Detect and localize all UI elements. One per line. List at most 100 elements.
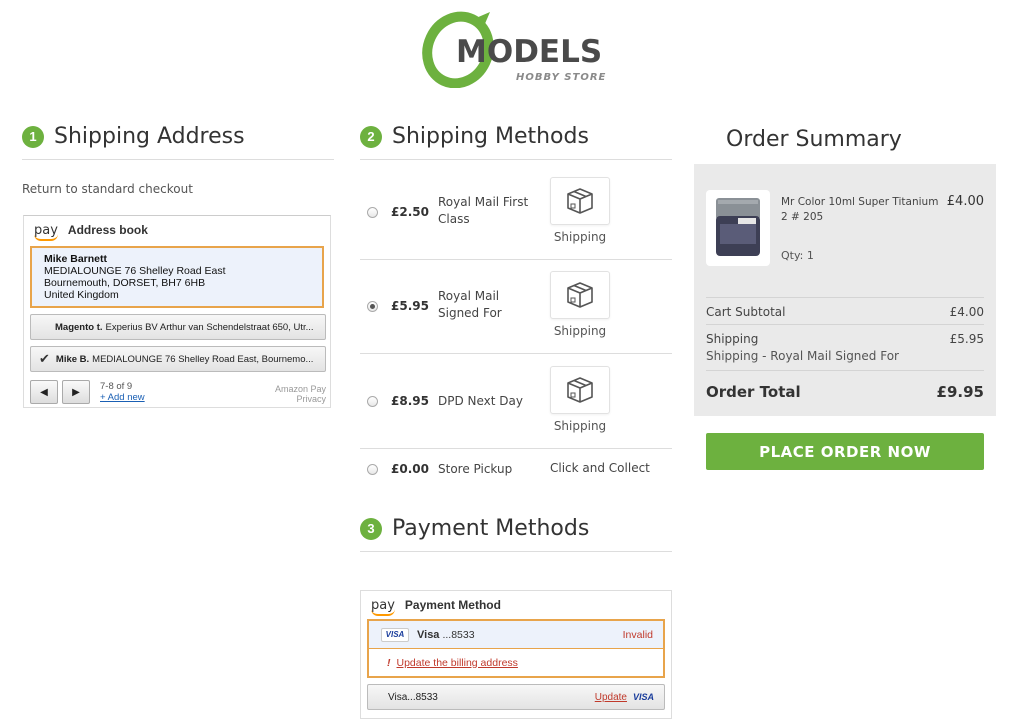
order-total-label: Order Total [706, 383, 801, 401]
product-price: £4.00 [946, 194, 984, 209]
selected-address-line3: United Kingdom [44, 289, 119, 301]
selected-card-row: VISA Visa ...8533 Invalid [369, 621, 663, 649]
next-page-button[interactable]: ▶ [62, 380, 90, 404]
shipping-label: Shipping [706, 332, 759, 346]
shipping-carrier: Royal Mail Signed For [438, 289, 502, 320]
shipping-price: £5.95 [391, 299, 429, 313]
pager-count: 7-8 of 9 [100, 381, 133, 392]
visa-card-icon: VISA [632, 692, 654, 702]
address-option-text: MEDIALOUNGE 76 Shelley Road East, Bourne… [92, 353, 314, 365]
address-option-text: Experius BV Arthur van Schendelstraat 65… [105, 321, 314, 333]
package-icon [550, 271, 610, 319]
emodels-logo[interactable]: MODELS HOBBY STORE [418, 8, 608, 89]
shipping-carrier: DPD Next Day [438, 394, 523, 408]
update-billing-address-link[interactable]: Update the billing address [397, 657, 518, 669]
privacy-link[interactable]: Privacy [275, 394, 326, 404]
selected-address[interactable]: Mike Barnett MEDIALOUNGE 76 Shelley Road… [30, 246, 324, 308]
step-2-badge: 2 [360, 125, 382, 148]
payment-methods-title: Payment Methods [392, 516, 590, 541]
shipping-value: £5.95 [949, 332, 984, 346]
order-summary-title: Order Summary [726, 127, 902, 152]
subtotal-label: Cart Subtotal [706, 305, 786, 319]
shipping-row: Shipping £5.95 [706, 332, 984, 346]
shipping-methods-header: 2 Shipping Methods [360, 124, 672, 160]
payment-option-digits: ...8533 [407, 691, 438, 703]
payment-option[interactable]: Visa ...8533 Update VISA [367, 684, 665, 710]
address-book-footer: ◀ ▶ 7-8 of 9 + Add new Amazon Pay Privac… [24, 378, 330, 408]
product-thumbnail[interactable] [706, 190, 770, 266]
billing-warning-row: ! Update the billing address [369, 649, 663, 676]
shipping-carrier: Store Pickup [438, 462, 513, 476]
update-card-link[interactable]: Update [595, 692, 627, 703]
shipping-method-radio[interactable] [367, 464, 378, 475]
selected-payment-method[interactable]: VISA Visa ...8533 Invalid ! Update the b… [367, 619, 665, 678]
shipping-type-label: Shipping [553, 230, 607, 244]
selected-address-name: Mike Barnett [44, 253, 108, 265]
warning-icon: ! [387, 656, 391, 669]
shipping-type-label: Shipping [553, 324, 607, 338]
payment-widget-title: Payment Method [404, 598, 501, 612]
divider [706, 297, 984, 298]
amazon-pay-logo: pay [371, 597, 395, 616]
address-option[interactable]: ✔ Mike B. MEDIALOUNGE 76 Shelley Road Ea… [30, 346, 326, 372]
card-status-badge: Invalid [622, 628, 653, 641]
shipping-address-title: Shipping Address [54, 124, 245, 149]
add-new-address-link[interactable]: + Add new [100, 392, 145, 403]
address-option-name: Mike B. [55, 353, 90, 365]
shipping-method-row[interactable]: £5.95 Royal Mail Signed For Shipping [360, 260, 672, 354]
checkmark-icon: ✔ [39, 351, 50, 366]
divider [706, 370, 984, 371]
amazon-pay-privacy: Amazon Pay Privacy [275, 384, 326, 404]
shipping-address-header: 1 Shipping Address [22, 124, 334, 160]
amazon-payment-widget: pay Payment Method VISA Visa ...8533 Inv… [360, 590, 672, 719]
shipping-method-radio[interactable] [367, 301, 378, 312]
order-summary-panel: Mr Color 10ml Super Titanium 2 # 205 £4.… [694, 164, 996, 416]
shipping-price: £0.00 [391, 462, 429, 476]
subtotal-value: £4.00 [949, 305, 984, 319]
shipping-method-row[interactable]: £0.00 Store Pickup Click and Collect [360, 449, 672, 493]
logo-wordmark: MODELS [456, 34, 602, 70]
divider [706, 324, 984, 325]
card-name: Visa [417, 628, 440, 641]
pager: 7-8 of 9 + Add new [100, 381, 145, 403]
order-total-row: Order Total £9.95 [706, 383, 984, 401]
paint-jar-image [716, 198, 760, 256]
logo-graphic: MODELS HOBBY STORE [422, 11, 606, 89]
previous-page-button[interactable]: ◀ [30, 380, 58, 404]
package-icon [550, 177, 610, 225]
step-3-badge: 3 [360, 517, 382, 540]
shipping-price: £8.95 [391, 394, 429, 408]
subtotal-row: Cart Subtotal £4.00 [706, 305, 984, 319]
shipping-method-summary: Shipping - Royal Mail Signed For [706, 349, 899, 363]
payment-option-name: Visa [388, 691, 408, 703]
address-option[interactable]: Magento t. Experius BV Arthur van Schend… [30, 314, 326, 340]
amazon-pay-label: Amazon Pay [274, 384, 326, 394]
shipping-method-radio[interactable] [367, 396, 378, 407]
shipping-type-label: Shipping [553, 419, 607, 433]
shipping-method-row[interactable]: £8.95 DPD Next Day Shipping [360, 354, 672, 449]
visa-card-icon: VISA [381, 627, 409, 642]
step-1-badge: 1 [22, 125, 44, 148]
amazon-pay-logo: pay [34, 222, 58, 241]
payment-widget-header: pay Payment Method [361, 591, 671, 619]
triangle-left-icon: ◀ [40, 386, 48, 398]
selected-address-line2: Bournemouth, DORSET, BH7 6HB [44, 277, 206, 289]
shipping-method-row[interactable]: £2.50 Royal Mail First Class Shipping [360, 165, 672, 260]
product-qty: Qty: 1 [781, 249, 814, 262]
product-name: Mr Color 10ml Super Titanium 2 # 205 [781, 196, 939, 223]
card-digits: ...8533 [442, 628, 475, 641]
shipping-method-radio[interactable] [367, 207, 378, 218]
return-to-checkout-link[interactable]: Return to standard checkout [22, 182, 193, 196]
shipping-carrier: Royal Mail First Class [438, 195, 529, 226]
address-book-title: Address book [67, 223, 148, 237]
address-option-name: Magento t. [55, 321, 103, 333]
shipping-type-label: Click and Collect [550, 461, 650, 475]
triangle-right-icon: ▶ [72, 386, 80, 398]
payment-methods-header: 3 Payment Methods [360, 516, 672, 552]
place-order-button[interactable]: PLACE ORDER NOW [706, 433, 984, 470]
address-book-header: pay Address book [24, 216, 330, 244]
logo-subtitle: HOBBY STORE [516, 72, 606, 83]
shipping-methods-title: Shipping Methods [392, 124, 589, 149]
shipping-price: £2.50 [391, 205, 429, 219]
amazon-address-book: pay Address book Mike Barnett MEDIALOUNG… [23, 215, 331, 408]
